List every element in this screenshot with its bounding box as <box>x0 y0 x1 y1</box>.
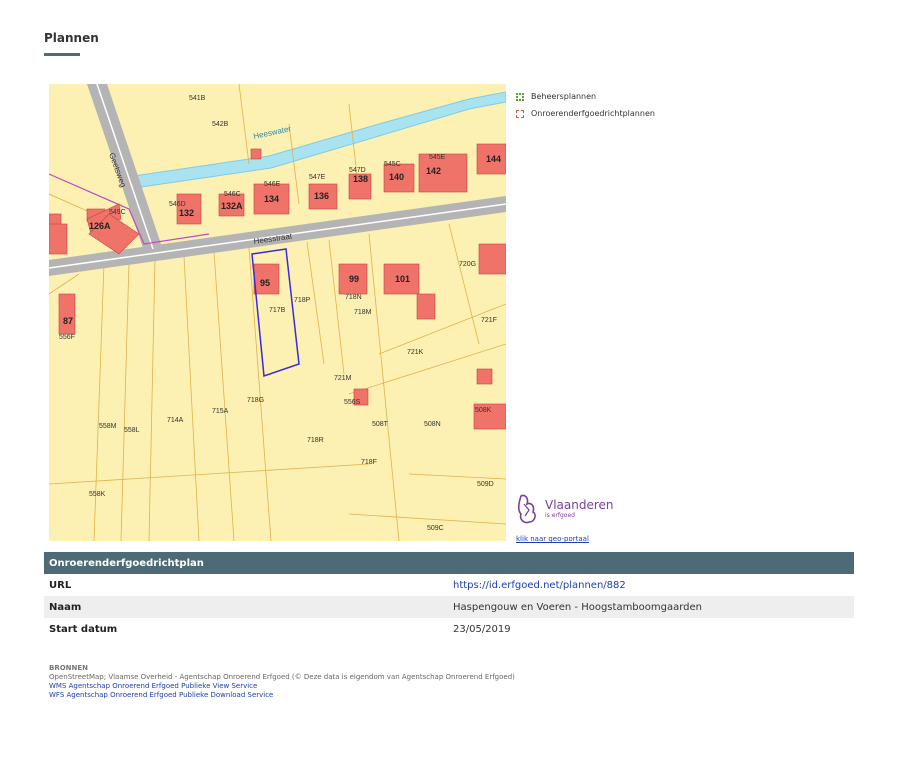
row-label: Start datum <box>49 623 118 635</box>
parcel-label: 558M <box>99 423 117 430</box>
parcel-label: 509C <box>427 525 444 532</box>
house-number: 87 <box>63 316 73 326</box>
parcel-label: 509D <box>477 481 494 488</box>
logo-main-text: Vlaanderen <box>545 497 614 512</box>
lion-icon <box>517 494 536 524</box>
legend-item-onroerenderfgoedrichtplannen: Onroerenderfgoedrichtplannen <box>516 105 655 122</box>
parcel-label: 718P <box>294 297 311 304</box>
parcel-label: 558K <box>89 491 106 498</box>
parcel-label: 720G <box>459 261 476 268</box>
parcel-label: 718R <box>307 437 324 444</box>
house-number: 126A <box>89 221 111 231</box>
parcel-label: 718G <box>247 397 264 404</box>
legend-label: Beheersplannen <box>531 92 597 101</box>
legend-swatch-orange-icon <box>516 109 524 118</box>
plan-url-link[interactable]: https://id.erfgoed.net/plannen/882 <box>453 580 626 591</box>
parcel-label: 715A <box>212 408 229 415</box>
row-label: URL <box>49 579 72 591</box>
parcel-label: 546E <box>264 181 281 188</box>
parcel-label: 547E <box>309 174 326 181</box>
house-number: 136 <box>314 191 329 201</box>
parcel-label: 721K <box>407 349 424 356</box>
wms-link[interactable]: WMS Agentschap Onroerend Erfgoed Publiek… <box>49 682 515 691</box>
table-header: Onroerenderfgoedrichtplan <box>44 552 854 574</box>
house-number: 140 <box>389 172 404 182</box>
legend-swatch-green-icon <box>516 92 524 101</box>
parcel-label: 718N <box>345 294 362 301</box>
house-number: 95 <box>260 278 270 288</box>
parcel-label: 718F <box>361 459 377 466</box>
row-value: https://id.erfgoed.net/plannen/882 <box>448 574 854 596</box>
table-row-naam: Naam Haspengouw en Voeren - Hoogstamboom… <box>44 596 854 618</box>
parcel-label: 546C <box>224 191 241 198</box>
row-value: Haspengouw en Voeren - Hoogstamboomgaard… <box>448 596 854 618</box>
parcel-label: 508K <box>475 407 492 414</box>
geo-portaal-link[interactable]: klik naar geo-portaal <box>516 535 589 543</box>
parcel-label: 541B <box>189 95 206 102</box>
house-number: 132 <box>179 208 194 218</box>
parcel-label: 508N <box>424 421 441 428</box>
table-row-start-datum: Start datum 23/05/2019 <box>44 618 854 640</box>
parcel-label: 546D <box>169 201 186 208</box>
house-number: 134 <box>264 194 279 204</box>
parcel-label: 721M <box>334 375 352 382</box>
logo-text: Vlaanderen is erfgoed <box>545 497 614 520</box>
parcel-label: 714A <box>167 417 184 424</box>
legend-label: Onroerenderfgoedrichtplannen <box>531 109 655 118</box>
parcel-label: 545C <box>384 161 401 168</box>
legend-item-beheersplannen: Beheersplannen <box>516 88 655 105</box>
house-number: 144 <box>486 154 501 164</box>
parcel-label: 542B <box>212 121 229 128</box>
title-underline <box>44 53 80 56</box>
row-label: Naam <box>44 596 448 618</box>
sources-text: OpenStreetMap; Vlaamse Overheid - Agents… <box>49 673 515 681</box>
house-number: 101 <box>395 274 410 284</box>
house-number: 132A <box>221 201 243 211</box>
parcel-label: 717B <box>269 307 286 314</box>
sources-section: BRONNEN OpenStreetMap; Vlaamse Overheid … <box>49 664 515 700</box>
house-number: 138 <box>353 174 368 184</box>
row-value: 23/05/2019 <box>453 623 511 635</box>
parcel-label: 547D <box>349 167 366 174</box>
map-image[interactable]: Heesstraat Heeswater Geetsweg 132 132A 1… <box>49 84 506 541</box>
parcel-label: 545E <box>429 154 446 161</box>
table-row-url: URL https://id.erfgoed.net/plannen/882 <box>44 574 854 596</box>
parcel-label: 721F <box>481 317 497 324</box>
parcel-label: 558L <box>124 427 140 434</box>
parcel-label: 556F <box>59 334 75 341</box>
logo-sub-text: is erfgoed <box>545 511 575 519</box>
wfs-link[interactable]: WFS Agentschap Onroerend Erfgoed Publiek… <box>49 691 515 700</box>
sources-title: BRONNEN <box>49 664 89 672</box>
page-title: Plannen <box>44 31 99 45</box>
house-number: 142 <box>426 166 441 176</box>
house-number: 99 <box>349 274 359 284</box>
parcel-label: 549C <box>109 209 126 216</box>
parcel-label: 508T <box>372 421 389 428</box>
vlaanderen-logo: Vlaanderen is erfgoed <box>515 492 614 526</box>
info-table: Onroerenderfgoedrichtplan URL https://id… <box>44 552 854 640</box>
parcel-label: 718M <box>354 309 372 316</box>
map-legend: Beheersplannen Onroerenderfgoedrichtplan… <box>516 88 655 122</box>
parcel-label: 556S <box>344 399 361 406</box>
